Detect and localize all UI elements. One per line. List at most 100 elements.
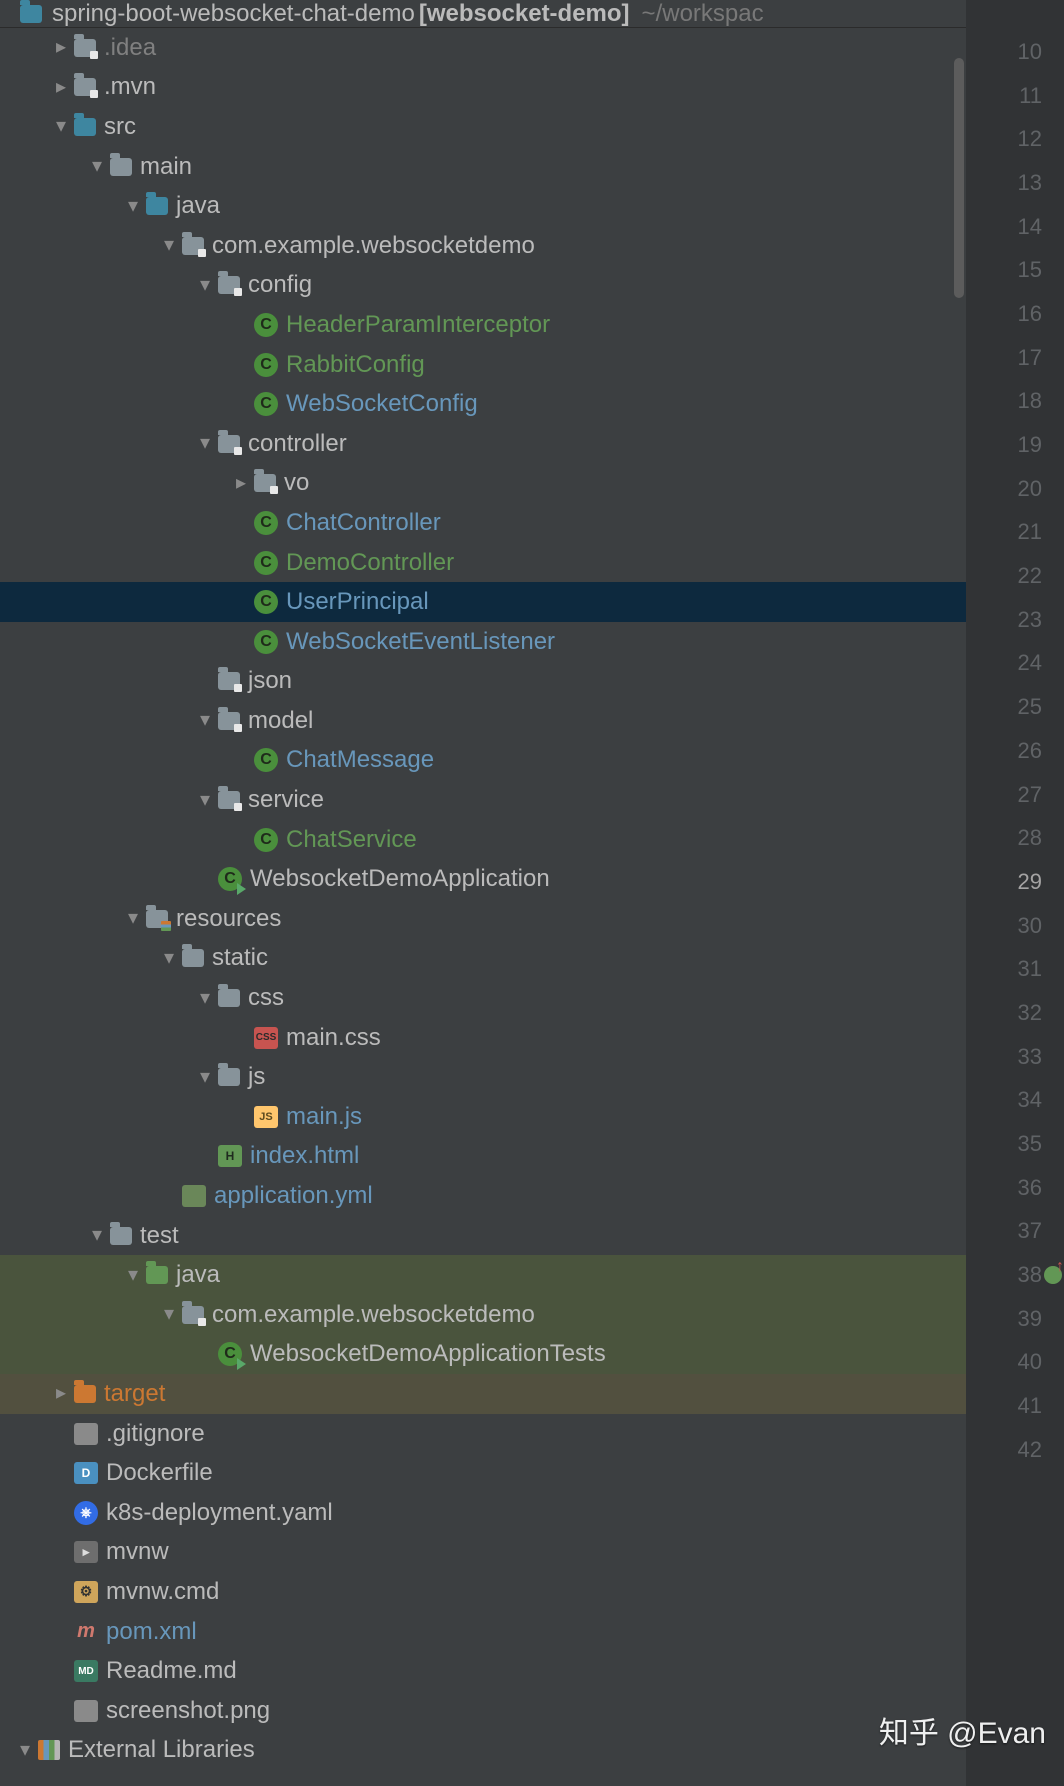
gutter-line-14[interactable]: 14 — [966, 205, 1064, 249]
chevron-down-icon[interactable] — [192, 985, 218, 1010]
tree-item-target[interactable]: target — [0, 1374, 966, 1414]
gutter-line-35[interactable]: 35 — [966, 1122, 1064, 1166]
tree-item-headerparaminterceptor[interactable]: HeaderParamInterceptor — [0, 305, 966, 345]
tree-item-com-example-websocketdemo[interactable]: com.example.websocketdemo — [0, 226, 966, 266]
chevron-down-icon[interactable] — [12, 1737, 38, 1762]
tree-item-websocketeventlistener[interactable]: WebSocketEventListener — [0, 622, 966, 662]
tree-item-com-example-websocketdemo[interactable]: com.example.websocketdemo — [0, 1295, 966, 1335]
chevron-down-icon[interactable] — [120, 1262, 146, 1287]
tree-item-main[interactable]: main — [0, 147, 966, 187]
chevron-right-icon[interactable] — [48, 34, 74, 59]
gutter-line-36[interactable]: 36 — [966, 1166, 1064, 1210]
tree-item-rabbitconfig[interactable]: RabbitConfig — [0, 345, 966, 385]
tree-item-json[interactable]: json — [0, 662, 966, 702]
tree-item-service[interactable]: service — [0, 780, 966, 820]
tree-item-chatservice[interactable]: ChatService — [0, 820, 966, 860]
tree-item-chatmessage[interactable]: ChatMessage — [0, 741, 966, 781]
gutter-line-29[interactable]: 29 — [966, 860, 1064, 904]
gutter-line-18[interactable]: 18 — [966, 380, 1064, 424]
vcs-commit-icon[interactable] — [1044, 1266, 1062, 1284]
tree-item-chatcontroller[interactable]: ChatController — [0, 503, 966, 543]
tree-item-java[interactable]: java — [0, 186, 966, 226]
gutter-line-27[interactable]: 27 — [966, 773, 1064, 817]
gutter-line-33[interactable]: 33 — [966, 1035, 1064, 1079]
tree-item--gitignore[interactable]: .gitignore — [0, 1414, 966, 1454]
tree-item-democontroller[interactable]: DemoController — [0, 543, 966, 583]
gutter-line-21[interactable]: 21 — [966, 511, 1064, 555]
gutter-line-32[interactable]: 32 — [966, 991, 1064, 1035]
chevron-right-icon[interactable] — [228, 470, 254, 495]
tree-item-websocketdemoapplication[interactable]: WebsocketDemoApplication — [0, 859, 966, 899]
gutter-line-37[interactable]: 37 — [966, 1210, 1064, 1254]
tree-item-vo[interactable]: vo — [0, 464, 966, 504]
tree-item-mvnw[interactable]: mvnw — [0, 1533, 966, 1573]
tree-item-main-js[interactable]: main.js — [0, 1097, 966, 1137]
chevron-right-icon[interactable] — [48, 74, 74, 99]
gutter-line-13[interactable]: 13 — [966, 161, 1064, 205]
tree-item-main-css[interactable]: main.css — [0, 1018, 966, 1058]
gutter-line-31[interactable]: 31 — [966, 947, 1064, 991]
tree-item-screenshot-png[interactable]: screenshot.png — [0, 1691, 966, 1731]
gutter-line-22[interactable]: 22 — [966, 554, 1064, 598]
chevron-down-icon[interactable] — [192, 1064, 218, 1089]
gutter-line-30[interactable]: 30 — [966, 904, 1064, 948]
chevron-down-icon[interactable] — [48, 113, 74, 138]
tree-item-resources[interactable]: resources — [0, 899, 966, 939]
tree-item-static[interactable]: static — [0, 939, 966, 979]
tree-scrollbar[interactable] — [952, 58, 966, 1786]
gutter-line-40[interactable]: 40 — [966, 1341, 1064, 1385]
tree-item-external-libraries[interactable]: External Libraries — [0, 1731, 966, 1771]
gutter-line-10[interactable]: 10 — [966, 30, 1064, 74]
tree-item-controller[interactable]: controller — [0, 424, 966, 464]
gutter-line-23[interactable]: 23 — [966, 598, 1064, 642]
tree-item-js[interactable]: js — [0, 1057, 966, 1097]
tree-item-mvnw-cmd[interactable]: mvnw.cmd — [0, 1572, 966, 1612]
gutter-line-17[interactable]: 17 — [966, 336, 1064, 380]
gutter-line-12[interactable]: 12 — [966, 117, 1064, 161]
chevron-down-icon[interactable] — [192, 707, 218, 732]
project-tree[interactable]: .idea.mvnsrcmainjavacom.example.websocke… — [0, 28, 966, 1770]
gutter-line-26[interactable]: 26 — [966, 729, 1064, 773]
scrollbar-thumb[interactable] — [954, 58, 964, 298]
tree-item-css[interactable]: css — [0, 978, 966, 1018]
project-name[interactable]: spring-boot-websocket-chat-demo — [52, 0, 415, 28]
chevron-down-icon[interactable] — [120, 193, 146, 218]
chevron-down-icon[interactable] — [156, 945, 182, 970]
tree-item--idea[interactable]: .idea — [0, 28, 966, 68]
tree-item-k8s-deployment-yaml[interactable]: k8s-deployment.yaml — [0, 1493, 966, 1533]
tree-item-src[interactable]: src — [0, 107, 966, 147]
tree-item--mvn[interactable]: .mvn — [0, 68, 966, 108]
gutter-line-42[interactable]: 42 — [966, 1428, 1064, 1472]
tree-item-readme-md[interactable]: Readme.md — [0, 1651, 966, 1691]
gutter-line-28[interactable]: 28 — [966, 816, 1064, 860]
gutter-line-25[interactable]: 25 — [966, 685, 1064, 729]
tree-item-java[interactable]: java — [0, 1255, 966, 1295]
gutter-line-16[interactable]: 16 — [966, 292, 1064, 336]
gutter-line-41[interactable]: 41 — [966, 1384, 1064, 1428]
tree-item-websocketdemoapplicationtests[interactable]: WebsocketDemoApplicationTests — [0, 1335, 966, 1375]
gutter-line-20[interactable]: 20 — [966, 467, 1064, 511]
gutter-line-19[interactable]: 19 — [966, 423, 1064, 467]
tree-item-test[interactable]: test — [0, 1216, 966, 1256]
chevron-down-icon[interactable] — [192, 272, 218, 297]
chevron-down-icon[interactable] — [84, 1222, 110, 1247]
tree-item-config[interactable]: config — [0, 266, 966, 306]
chevron-down-icon[interactable] — [156, 1301, 182, 1326]
gutter-line-11[interactable]: 11 — [966, 74, 1064, 118]
chevron-down-icon[interactable] — [192, 430, 218, 455]
chevron-down-icon[interactable] — [156, 232, 182, 257]
gutter-line-15[interactable]: 15 — [966, 248, 1064, 292]
chevron-right-icon[interactable] — [48, 1380, 74, 1405]
tree-item-dockerfile[interactable]: Dockerfile — [0, 1453, 966, 1493]
tree-item-userprincipal[interactable]: UserPrincipal — [0, 582, 966, 622]
tree-item-pom-xml[interactable]: pom.xml — [0, 1612, 966, 1652]
tree-item-application-yml[interactable]: application.yml — [0, 1176, 966, 1216]
tree-item-index-html[interactable]: index.html — [0, 1137, 966, 1177]
tree-item-websocketconfig[interactable]: WebSocketConfig — [0, 384, 966, 424]
chevron-down-icon[interactable] — [192, 787, 218, 812]
chevron-down-icon[interactable] — [84, 153, 110, 178]
gutter-line-39[interactable]: 39 — [966, 1297, 1064, 1341]
gutter-line-24[interactable]: 24 — [966, 642, 1064, 686]
tree-item-model[interactable]: model — [0, 701, 966, 741]
chevron-down-icon[interactable] — [120, 905, 146, 930]
